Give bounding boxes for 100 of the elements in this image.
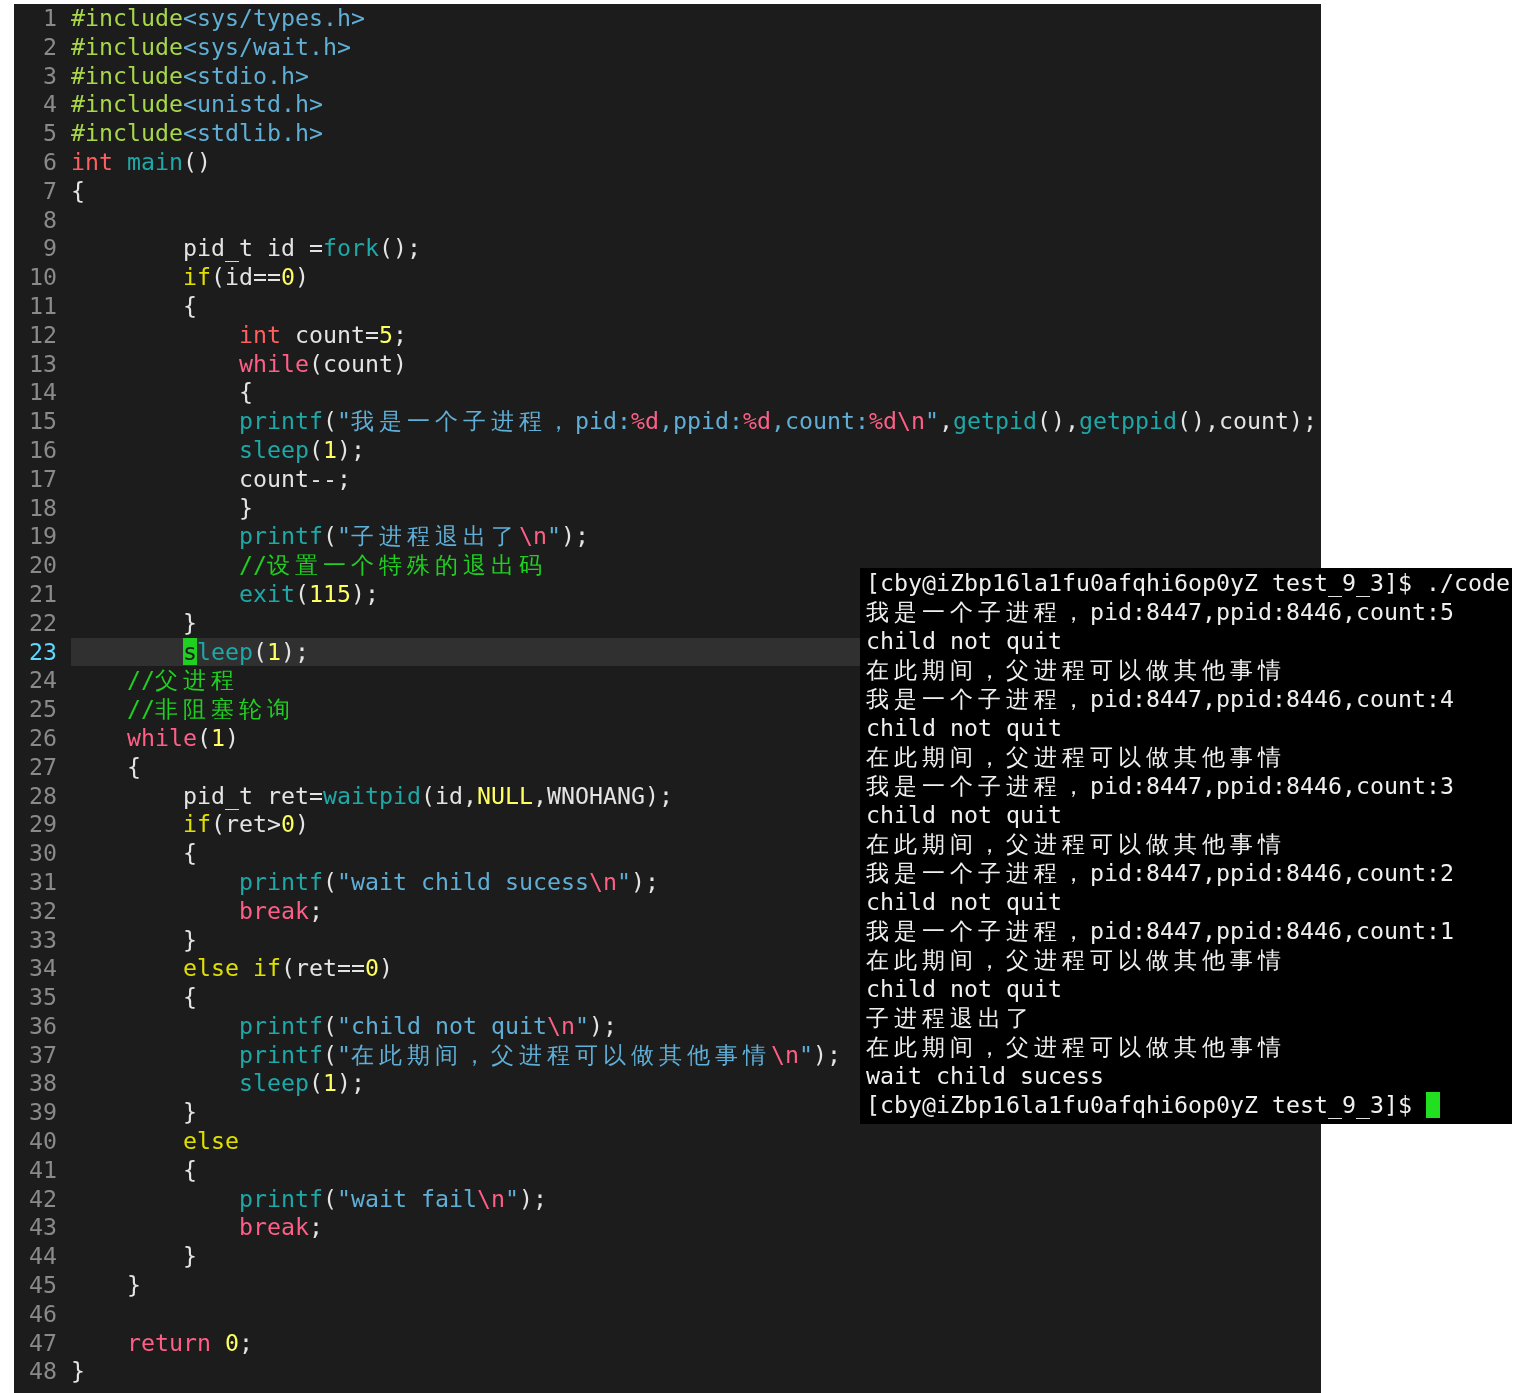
terminal-line: 在此期间，父进程可以做其他事情 xyxy=(866,1032,1282,1061)
line-number: 45 xyxy=(29,1271,57,1300)
code-line: int main() xyxy=(71,148,211,177)
line-number: 48 xyxy=(29,1357,57,1387)
code-line: } xyxy=(182,1098,197,1128)
line-number: 29 xyxy=(29,810,57,840)
line-number: 26 xyxy=(29,723,57,753)
code-line: } xyxy=(71,1357,85,1387)
terminal-line: 在此期间，父进程可以做其他事情 xyxy=(866,945,1282,974)
line-number: 41 xyxy=(29,1155,57,1185)
line-number: 28 xyxy=(29,781,57,811)
terminal-line: 我是一个子进程，pid:8447,ppid:8446,count:3 xyxy=(866,771,1454,800)
terminal-line: child not quit xyxy=(866,626,1062,655)
terminal-line: 我是一个子进程，pid:8447,ppid:8446,count:5 xyxy=(866,597,1454,626)
line-number: 7 xyxy=(42,176,57,206)
code-line: printf("我是一个子进程，pid:%d,ppid:%d,count:%d\n",getpid(),getppid(),count); xyxy=(238,407,1317,436)
terminal-line: child not quit xyxy=(866,974,1062,1003)
line-number: 44 xyxy=(29,1242,57,1272)
line-number: 3 xyxy=(42,61,57,91)
code-line: sleep(1); xyxy=(238,435,365,465)
terminal-line: 我是一个子进程，pid:8447,ppid:8446,count:1 xyxy=(866,916,1454,945)
code-line: } xyxy=(182,1242,197,1272)
terminal-line: [cby@iZbp16la1fu0afqhi6op0yZ test_9_3]$ ./code xyxy=(866,568,1510,597)
code-line: count--; xyxy=(238,464,351,494)
line-number: 14 xyxy=(29,378,57,408)
line-number: 24 xyxy=(29,666,57,696)
code-line: #include<sys/wait.h> xyxy=(71,32,351,62)
code-line: //设置一个特殊的退出码 xyxy=(238,551,543,580)
line-number: 34 xyxy=(29,954,57,984)
terminal-line: 在此期间，父进程可以做其他事情 xyxy=(866,742,1282,771)
line-number: 31 xyxy=(29,867,57,897)
code-line: { xyxy=(182,291,197,321)
line-number: 40 xyxy=(29,1127,57,1156)
line-number: 6 xyxy=(42,148,57,177)
line-number: 8 xyxy=(42,205,57,235)
code-line: sleep(1); xyxy=(181,637,309,667)
code-line: //父进程 xyxy=(126,666,235,696)
line-number: 15 xyxy=(29,407,57,436)
line-number: 13 xyxy=(29,349,57,379)
line-number: 10 xyxy=(29,263,57,292)
line-number: 46 xyxy=(29,1299,57,1329)
code-line: { xyxy=(71,176,85,206)
code-line: exit(115); xyxy=(238,579,379,609)
code-line: else xyxy=(182,1127,239,1156)
code-line: else if(ret==0) xyxy=(182,954,393,984)
line-number: 12 xyxy=(29,320,57,350)
code-line: if(id==0) xyxy=(182,263,309,292)
code-line: { xyxy=(126,752,141,782)
code-line: #include<sys/types.h> xyxy=(71,4,365,33)
code-line: break; xyxy=(238,896,323,926)
line-number: 2 xyxy=(42,32,57,62)
terminal-line: 在此期间，父进程可以做其他事情 xyxy=(866,829,1282,858)
code-line: #include<unistd.h> xyxy=(71,90,323,120)
line-number: 37 xyxy=(29,1040,57,1070)
terminal-line: 我是一个子进程，pid:8447,ppid:8446,count:4 xyxy=(866,684,1454,713)
code-line: pid_t id =fork(); xyxy=(182,234,421,264)
line-number: 19 xyxy=(29,522,57,552)
line-number: 22 xyxy=(29,608,57,638)
line-number: 42 xyxy=(29,1184,57,1214)
line-number: 18 xyxy=(29,493,57,523)
code-line: { xyxy=(182,839,197,868)
line-number: 43 xyxy=(29,1213,57,1243)
code-line: break; xyxy=(238,1213,323,1243)
terminal-line: child not quit xyxy=(866,800,1062,829)
terminal-line: child not quit xyxy=(866,713,1062,742)
code-line: int count=5; xyxy=(238,320,407,350)
line-number: 27 xyxy=(29,752,57,782)
line-number: 30 xyxy=(29,839,57,868)
code-line: } xyxy=(238,493,253,523)
code-line: { xyxy=(182,1155,197,1185)
code-line: sleep(1); xyxy=(238,1069,365,1099)
terminal-line: 我是一个子进程，pid:8447,ppid:8446,count:2 xyxy=(866,858,1454,887)
line-number: 1 xyxy=(42,4,57,33)
code-line: pid_t ret=waitpid(id,NULL,WNOHANG); xyxy=(182,781,673,811)
line-number: 32 xyxy=(29,896,57,926)
code-line: { xyxy=(182,983,197,1012)
code-line: } xyxy=(126,1271,141,1300)
code-line: if(ret>0) xyxy=(182,810,309,840)
code-line: printf("子进程退出了 \n"); xyxy=(238,522,589,552)
line-number: 47 xyxy=(29,1328,57,1358)
line-number: 21 xyxy=(29,579,57,609)
code-line: { xyxy=(238,378,253,408)
line-number: 35 xyxy=(29,983,57,1012)
code-line: #include<stdio.h> xyxy=(71,61,309,91)
code-line: while(1) xyxy=(126,723,239,753)
terminal-line: wait child sucess xyxy=(866,1061,1104,1090)
line-number: 33 xyxy=(29,925,57,955)
code-line: while(count) xyxy=(238,349,407,379)
line-number: 38 xyxy=(29,1069,57,1099)
line-number: 5 xyxy=(42,119,57,148)
code-line: //非阻塞轮询 xyxy=(126,695,291,724)
line-number: 17 xyxy=(29,464,57,494)
terminal-line: child not quit xyxy=(866,887,1062,916)
code-line: #include<stdlib.h> xyxy=(71,119,323,148)
code-line: printf("child not quit\n"); xyxy=(238,1011,617,1041)
line-number: 9 xyxy=(42,234,57,264)
terminal-line: 子进程退出了 xyxy=(866,1003,1030,1032)
line-number: 11 xyxy=(29,291,57,321)
line-number: 39 xyxy=(29,1098,57,1128)
line-number: 25 xyxy=(29,695,57,724)
